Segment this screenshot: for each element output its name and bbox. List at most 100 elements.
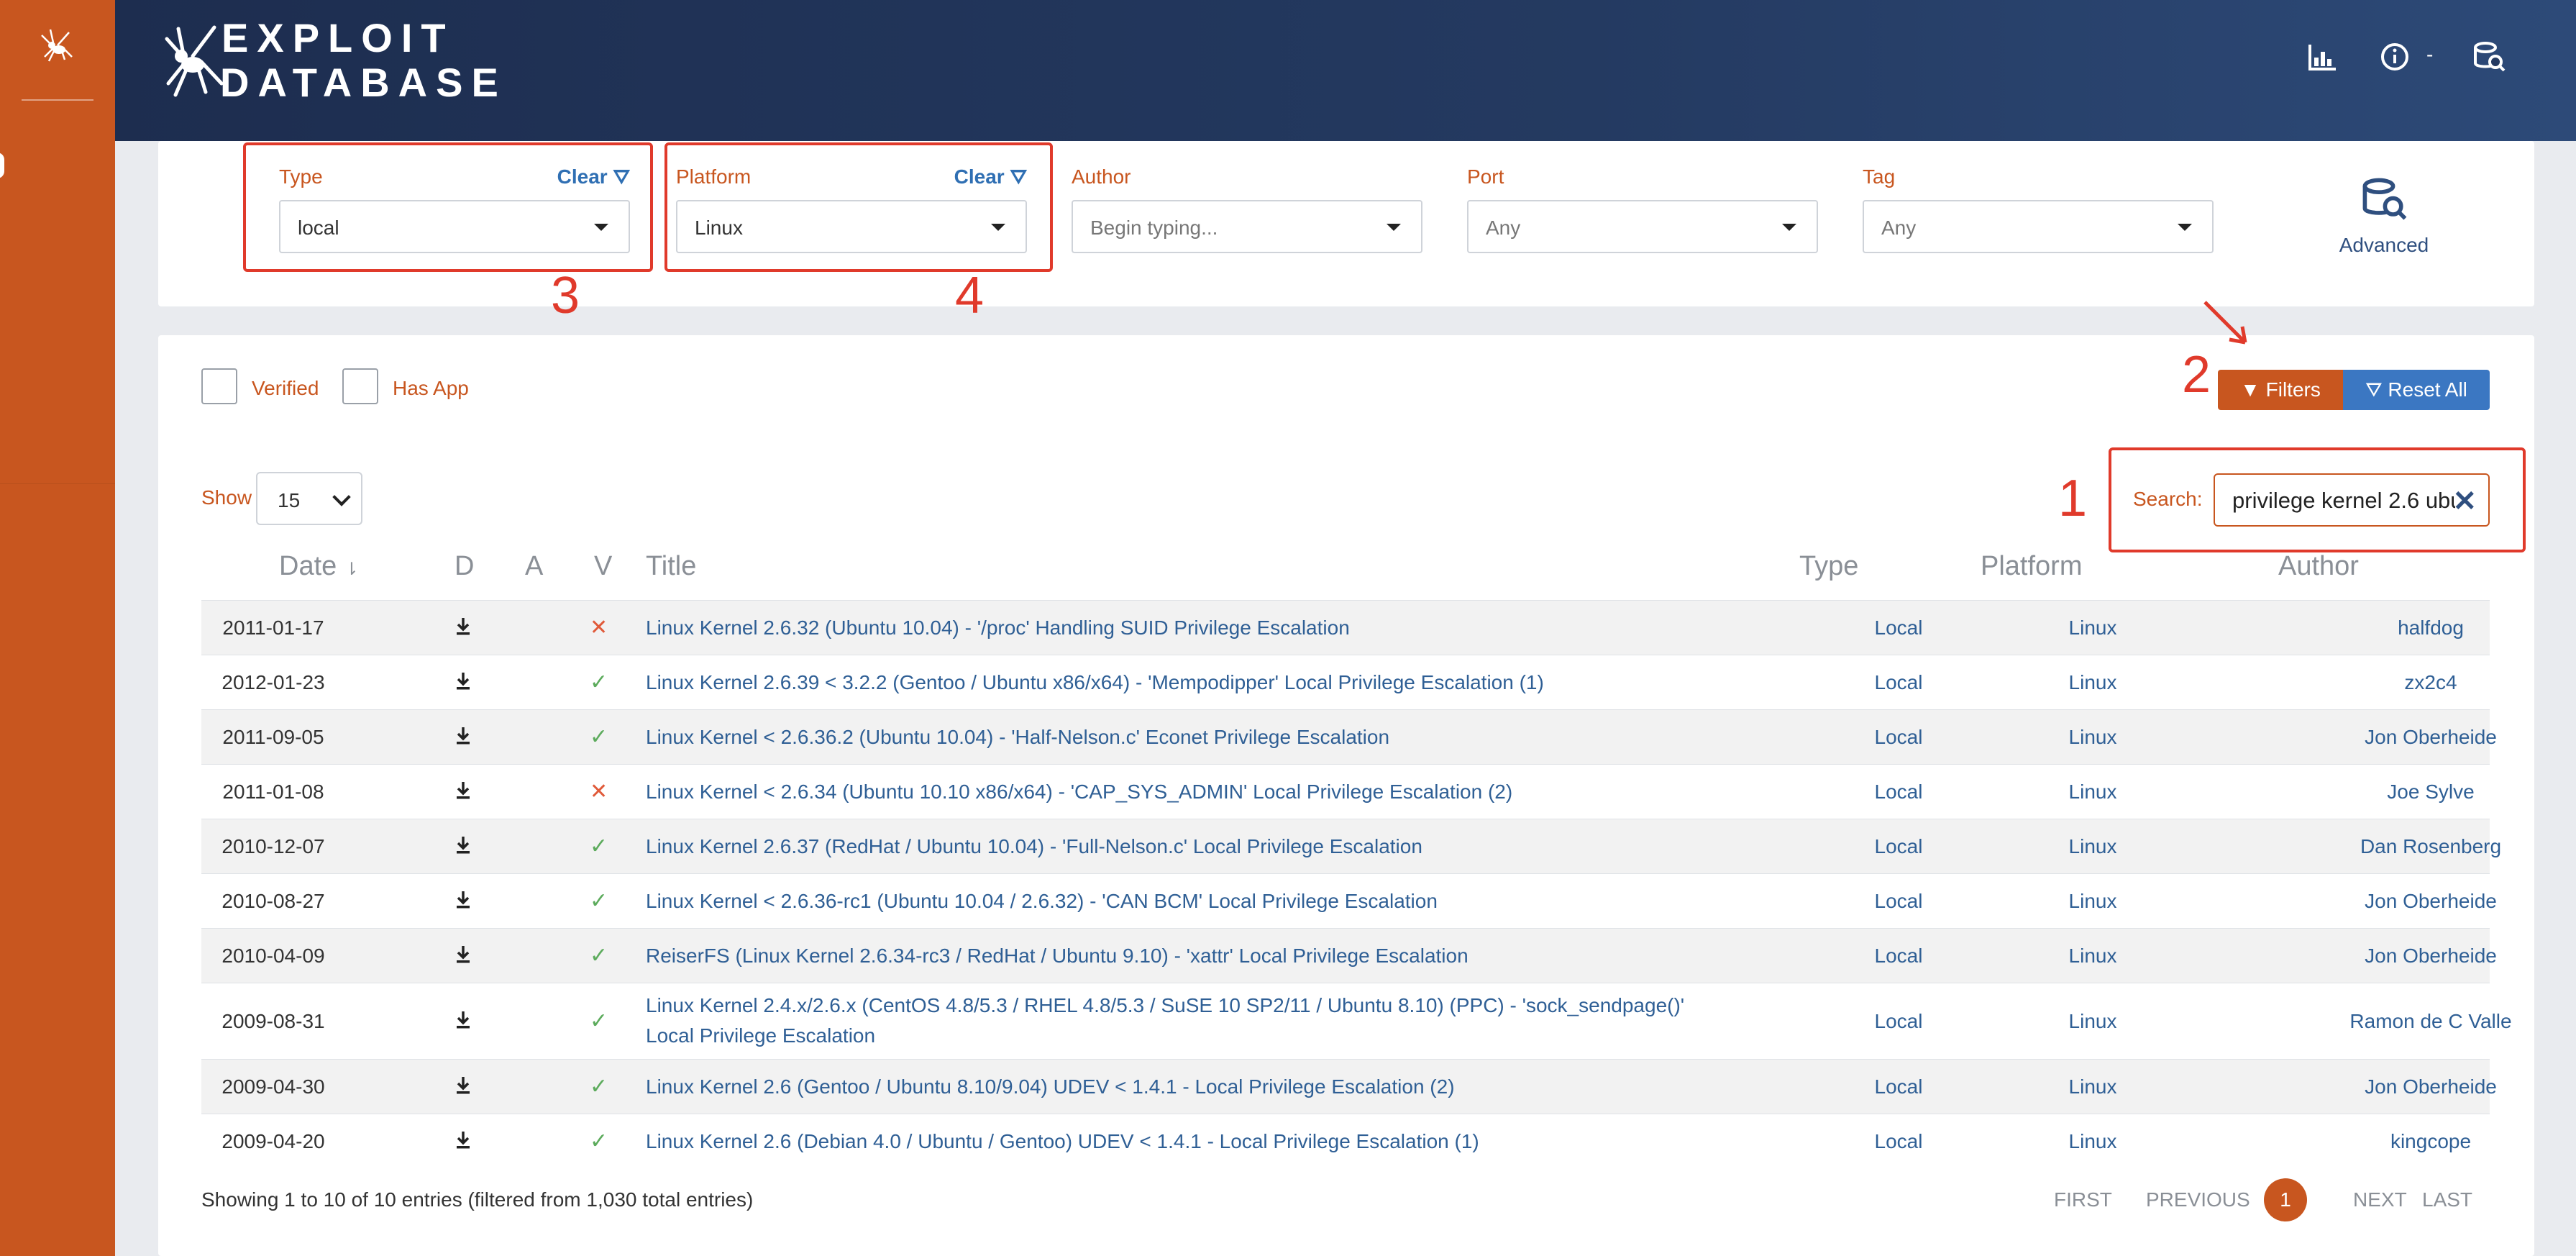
row-date: 2009-04-30 xyxy=(221,1075,325,1098)
download-icon[interactable] xyxy=(455,1010,472,1035)
download-icon[interactable] xyxy=(455,1075,472,1101)
row-author-link[interactable]: Jon Oberheide xyxy=(2287,890,2575,913)
column-header-verified[interactable]: V xyxy=(594,551,612,582)
row-platform-link[interactable]: Linux xyxy=(2021,616,2165,640)
download-icon[interactable] xyxy=(455,945,472,970)
exploit-title-link[interactable]: Linux Kernel 2.6.37 (RedHat / Ubuntu 10.… xyxy=(646,832,1725,862)
row-author-link[interactable]: Joe Sylve xyxy=(2287,781,2575,804)
bar-chart-icon[interactable] xyxy=(2304,39,2340,75)
exploit-title-link[interactable]: Linux Kernel 2.6.39 < 3.2.2 (Gentoo / Ub… xyxy=(646,668,1725,698)
row-platform-link[interactable]: Linux xyxy=(2021,1075,2165,1098)
exploit-title-link[interactable]: Linux Kernel < 2.6.36.2 (Ubuntu 10.04) -… xyxy=(646,722,1725,752)
exploit-title-link[interactable]: Linux Kernel < 2.6.34 (Ubuntu 10.10 x86/… xyxy=(646,777,1725,807)
row-type-link[interactable]: Local xyxy=(1855,890,1942,913)
brand-logo[interactable]: EXPLOIT DATABASE xyxy=(164,14,498,108)
column-header-date[interactable]: Date ⇂ xyxy=(279,551,359,582)
row-platform-link[interactable]: Linux xyxy=(2021,890,2165,913)
filters-button[interactable]: ▼ Filters xyxy=(2218,370,2343,410)
download-icon[interactable] xyxy=(455,890,472,915)
row-type-link[interactable]: Local xyxy=(1855,1010,1942,1033)
row-author-link[interactable]: Jon Oberheide xyxy=(2287,726,2575,749)
row-date: 2011-01-17 xyxy=(222,616,324,639)
row-platform-link[interactable]: Linux xyxy=(2021,781,2165,804)
table-row: 2012-01-23 ✓ Linux Kernel 2.6.39 < 3.2.2 (… xyxy=(201,655,2490,710)
exploit-title-link[interactable]: Linux Kernel 2.6 (Gentoo / Ubuntu 8.10/9… xyxy=(646,1072,1725,1102)
tag-select[interactable]: Any xyxy=(1863,200,2214,253)
row-author-link[interactable]: Jon Oberheide xyxy=(2287,945,2575,968)
exploit-title-link[interactable]: Linux Kernel 2.4.x/2.6.x (CentOS 4.8/5.3… xyxy=(646,991,1725,1051)
row-platform-link[interactable]: Linux xyxy=(2021,835,2165,858)
column-header-download[interactable]: D xyxy=(455,551,474,582)
top-header: EXPLOIT DATABASE - xyxy=(115,0,2576,141)
table-row: 2010-08-27 ✓ Linux Kernel < 2.6.36-rc1 (Ub… xyxy=(201,873,2497,929)
column-header-type[interactable]: Type xyxy=(1799,551,1858,582)
row-date: 2012-01-23 xyxy=(221,671,325,693)
filter-clear-icon: ⛛ xyxy=(2365,378,2383,401)
row-type-link[interactable]: Local xyxy=(1855,945,1942,968)
column-header-app[interactable]: A xyxy=(525,551,543,582)
row-date: 2009-04-20 xyxy=(221,1130,325,1152)
download-icon[interactable] xyxy=(455,726,472,751)
filter-icon: ▼ xyxy=(2240,378,2260,401)
pagination-first[interactable]: FIRST xyxy=(2054,1188,2112,1211)
row-type-link[interactable]: Local xyxy=(1855,616,1942,640)
row-platform-link[interactable]: Linux xyxy=(2021,671,2165,694)
row-platform-link[interactable]: Linux xyxy=(2021,945,2165,968)
reset-all-button[interactable]: ⛛ Reset All xyxy=(2343,370,2490,410)
row-author-link[interactable]: Dan Rosenberg xyxy=(2287,835,2575,858)
spider-icon xyxy=(165,25,224,97)
row-author-link[interactable]: Jon Oberheide xyxy=(2287,1075,2575,1098)
row-author-link[interactable]: Ramon de C Valle xyxy=(2287,1010,2575,1033)
advanced-search-button[interactable]: Advanced xyxy=(2323,174,2445,257)
chevron-down-icon xyxy=(332,488,351,506)
author-select[interactable]: Begin typing... xyxy=(1072,200,1422,253)
info-icon[interactable] xyxy=(2379,39,2415,75)
verified-check-icon: ✓ xyxy=(590,1129,608,1153)
row-author-link[interactable]: halfdog xyxy=(2287,616,2575,640)
pagination-current-page[interactable]: 1 xyxy=(2264,1178,2307,1221)
exploit-title-link[interactable]: ReiserFS (Linux Kernel 2.6.34-rc3 / RedH… xyxy=(646,941,1725,971)
row-type-link[interactable]: Local xyxy=(1855,726,1942,749)
row-platform-link[interactable]: Linux xyxy=(2021,1130,2165,1153)
database-search-icon[interactable] xyxy=(2471,39,2507,75)
column-header-platform[interactable]: Platform xyxy=(1981,551,2082,582)
info-dropdown-caret[interactable]: - xyxy=(2426,43,2433,66)
download-icon[interactable] xyxy=(455,781,472,806)
row-author-link[interactable]: kingcope xyxy=(2287,1130,2575,1153)
column-header-title[interactable]: Title xyxy=(646,551,696,582)
exploit-title-link[interactable]: Linux Kernel < 2.6.36-rc1 (Ubuntu 10.04 … xyxy=(646,886,1725,916)
verified-check-icon: ✓ xyxy=(590,725,608,749)
verified-check-icon: ✓ xyxy=(590,944,608,968)
verified-checkbox[interactable] xyxy=(201,368,237,404)
download-icon[interactable] xyxy=(455,1130,472,1155)
page-size-select[interactable]: 15 xyxy=(256,472,362,525)
sidebar-toggle-handle[interactable] xyxy=(0,153,4,178)
row-date: 2011-09-05 xyxy=(222,726,324,748)
column-header-author[interactable]: Author xyxy=(2278,551,2359,582)
pagination-next[interactable]: NEXT xyxy=(2353,1188,2407,1211)
row-type-link[interactable]: Local xyxy=(1855,671,1942,694)
pagination-last[interactable]: LAST xyxy=(2422,1188,2472,1211)
table-row: 2011-01-08 ✕ Linux Kernel < 2.6.34 (Ubuntu… xyxy=(201,764,2490,819)
row-author-link[interactable]: zx2c4 xyxy=(2287,671,2575,694)
author-label: Author xyxy=(1072,165,1131,188)
row-type-link[interactable]: Local xyxy=(1855,835,1942,858)
unverified-x-icon: ✕ xyxy=(590,780,608,804)
table-row: 2009-08-31 ✓ Linux Kernel 2.4.x/2.6.x (Cen… xyxy=(201,983,2512,1060)
exploit-title-link[interactable]: Linux Kernel 2.6.32 (Ubuntu 10.04) - '/p… xyxy=(646,613,1725,643)
spider-logo-icon[interactable] xyxy=(36,25,79,68)
exploit-title-link[interactable]: Linux Kernel 2.6 (Debian 4.0 / Ubuntu / … xyxy=(646,1127,1725,1157)
pagination-previous[interactable]: PREVIOUS xyxy=(2146,1188,2250,1211)
download-icon[interactable] xyxy=(455,671,472,696)
row-date: 2010-12-07 xyxy=(221,835,325,857)
row-platform-link[interactable]: Linux xyxy=(2021,1010,2165,1033)
row-type-link[interactable]: Local xyxy=(1855,781,1942,804)
download-icon[interactable] xyxy=(455,616,472,642)
port-select[interactable]: Any xyxy=(1467,200,1818,253)
row-type-link[interactable]: Local xyxy=(1855,1075,1942,1098)
row-type-link[interactable]: Local xyxy=(1855,1130,1942,1153)
has-app-checkbox[interactable] xyxy=(342,368,378,404)
annotation-number-3: 3 xyxy=(551,267,580,324)
download-icon[interactable] xyxy=(455,835,472,860)
row-platform-link[interactable]: Linux xyxy=(2021,726,2165,749)
